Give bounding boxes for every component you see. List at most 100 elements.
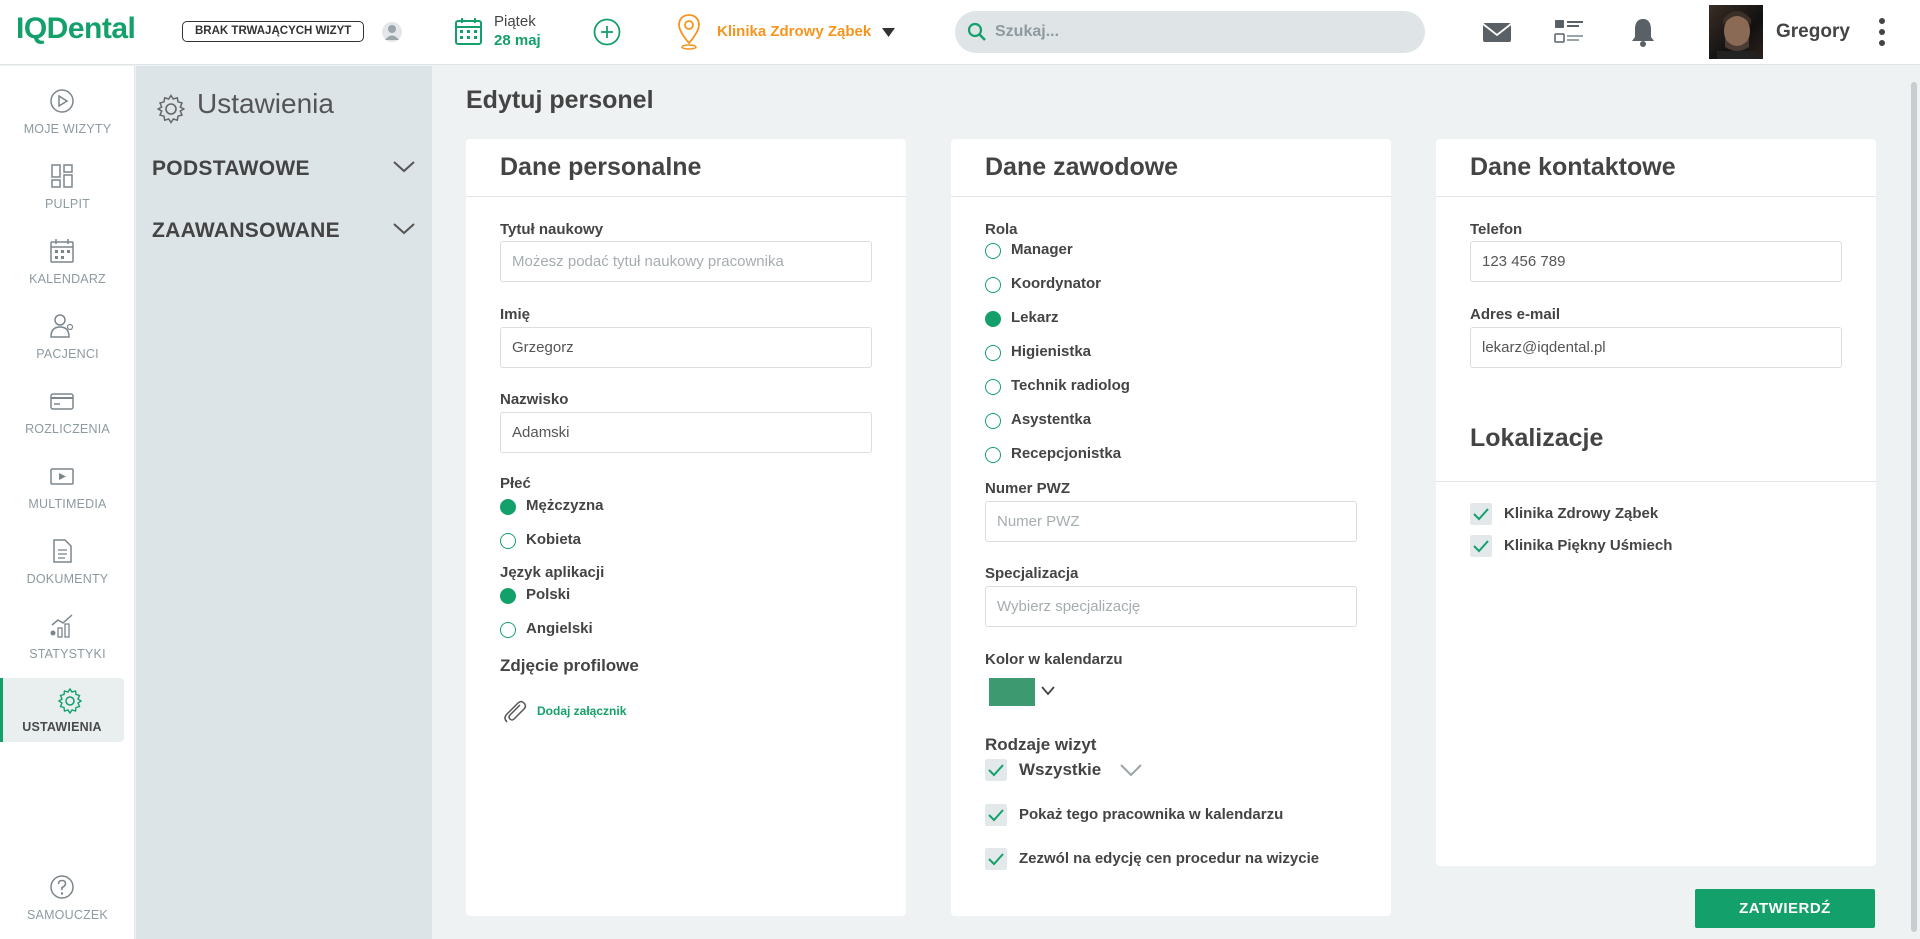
phone-input[interactable] [1470, 241, 1842, 282]
role-radio-doctor[interactable]: Lekarz [985, 308, 1059, 330]
checkbox-box [985, 759, 1007, 781]
nav-item-my-visits[interactable]: MOJE WIZYTY [0, 88, 124, 150]
location-checkbox-2[interactable]: Klinika Piękny Uśmiech [1470, 534, 1672, 560]
show-in-calendar-checkbox[interactable]: Pokaż tego pracownika w kalendarzu [985, 803, 1283, 829]
nav-item-tutorial[interactable]: SAMOUCZEK [0, 874, 124, 936]
location-pin-icon[interactable] [677, 13, 701, 51]
search-icon[interactable] [967, 22, 987, 42]
chevron-down-icon[interactable] [1041, 686, 1055, 696]
multimedia-icon [50, 468, 74, 485]
nav-item-dashboard[interactable]: PULPIT [0, 163, 124, 225]
check-icon [988, 809, 1004, 822]
contact-data-card: Dane kontaktowe Telefon Adres e-mail Lok… [1436, 139, 1876, 866]
play-circle-icon [50, 89, 74, 113]
role-radio-coordinator[interactable]: Koordynator [985, 274, 1101, 296]
role-radio-hygienist[interactable]: Higienistka [985, 342, 1091, 364]
add-attachment-link[interactable]: Dodaj załącznik [537, 704, 626, 718]
location-checkbox-1[interactable]: Klinika Zdrowy Ząbek [1470, 502, 1658, 528]
stats-icon [50, 614, 73, 638]
chevron-down-icon[interactable] [392, 222, 416, 236]
nav-item-multimedia[interactable]: MULTIMEDIA [0, 463, 124, 525]
card-title: Dane kontaktowe [1436, 139, 1876, 197]
nav-label: SAMOUCZEK [27, 908, 108, 922]
checkbox-label: Klinika Piękny Uśmiech [1504, 537, 1673, 554]
nav-item-documents[interactable]: DOKUMENTY [0, 538, 124, 600]
checkbox-box [985, 848, 1007, 870]
calendar-color-label: Kolor w kalendarzu [985, 651, 1123, 668]
checkbox-label: Klinika Zdrowy Ząbek [1504, 505, 1659, 522]
paperclip-icon[interactable] [500, 697, 528, 725]
email-input[interactable] [1470, 327, 1842, 368]
first-name-input[interactable] [500, 327, 872, 368]
calendar-icon [50, 239, 74, 263]
degree-input[interactable] [500, 241, 872, 282]
settings-section-advanced[interactable]: ZAAWANSOWANE [152, 219, 340, 243]
first-name-label: Imię [500, 306, 531, 323]
scrollbar[interactable] [1908, 66, 1920, 939]
top-bar: IQDental BRAK TRWAJĄCYCH WIZYT Piątek 28… [0, 0, 1920, 65]
role-radio-receptionist[interactable]: Recepcjonistka [985, 444, 1121, 466]
caret-down-icon[interactable] [882, 28, 895, 37]
scrollbar-thumb[interactable] [1911, 82, 1917, 932]
settings-section-basic[interactable]: PODSTAWOWE [152, 157, 310, 181]
email-label: Adres e-mail [1470, 306, 1561, 323]
patients-icon [50, 314, 74, 338]
card-icon [50, 393, 74, 410]
specialization-label: Specjalizacja [985, 565, 1079, 582]
nav-label: PULPIT [45, 197, 90, 211]
phone-label: Telefon [1470, 221, 1523, 238]
nav-item-patients[interactable]: PACJENCI [0, 313, 124, 375]
clinic-selector-label[interactable]: Klinika Zdrowy Ząbek [717, 23, 871, 40]
no-visit-badge[interactable]: BRAK TRWAJĄCYCH WIZYT [182, 21, 365, 42]
mail-icon[interactable] [1481, 16, 1513, 48]
nav-item-stats[interactable]: STATYSTYKI [0, 613, 124, 675]
nav-item-settings[interactable]: USTAWIENIA [0, 678, 124, 742]
bell-icon[interactable] [1627, 16, 1659, 48]
chevron-down-icon[interactable] [392, 160, 416, 174]
task-list-icon[interactable] [1553, 16, 1585, 48]
visit-types-all-checkbox[interactable]: Wszystkie [985, 758, 1101, 784]
check-icon [1473, 508, 1489, 521]
search-bar [955, 11, 1425, 53]
submit-button[interactable]: ZATWIERDŹ [1695, 889, 1875, 928]
nav-item-billing[interactable]: ROZLICZENIA [0, 388, 124, 450]
app-logo[interactable]: IQDental [16, 12, 136, 46]
lang-radio-polish[interactable]: Polski [500, 585, 570, 607]
date-date[interactable]: 28 maj [494, 32, 541, 49]
lang-radio-english[interactable]: Angielski [500, 619, 593, 641]
user-name[interactable]: Gregory [1776, 21, 1850, 43]
nav-label: KALENDARZ [29, 272, 106, 286]
role-label: Rola [985, 221, 1018, 238]
search-input[interactable] [995, 11, 1405, 53]
settings-title: Ustawienia [197, 88, 334, 119]
nav-label: ROZLICZENIA [25, 422, 110, 436]
app-language-label: Język aplikacji [500, 564, 605, 581]
role-radio-manager[interactable]: Manager [985, 240, 1073, 262]
user-status-icon[interactable] [381, 20, 403, 44]
last-name-input[interactable] [500, 412, 872, 453]
gender-radio-male[interactable]: Mężczyzna [500, 496, 604, 518]
add-icon[interactable] [593, 18, 621, 46]
checkbox-label: Zezwól na edycję cen procedur na wizycie [1019, 850, 1320, 867]
gender-radio-female[interactable]: Kobieta [500, 530, 581, 552]
nav-item-calendar[interactable]: KALENDARZ [0, 238, 124, 300]
pwz-input[interactable] [985, 501, 1357, 542]
document-icon [53, 539, 72, 563]
avatar[interactable] [1709, 5, 1763, 59]
last-name-label: Nazwisko [500, 391, 569, 408]
more-vertical-icon[interactable] [1875, 16, 1889, 48]
role-radio-assistant[interactable]: Asystentka [985, 410, 1091, 432]
visit-types-label: Rodzaje wizyt [985, 735, 1097, 754]
personal-data-card: Dane personalne Tytuł naukowy Imię Nazwi… [466, 139, 906, 916]
calendar-icon[interactable] [454, 17, 483, 46]
nav-label: MULTIMEDIA [28, 497, 107, 511]
allow-price-edit-checkbox[interactable]: Zezwól na edycję cen procedur na wizycie [985, 847, 1319, 873]
role-radio-radiologist[interactable]: Technik radiolog [985, 376, 1130, 398]
chevron-down-icon[interactable] [1119, 763, 1143, 777]
check-icon [1473, 540, 1489, 553]
checkbox-box [985, 804, 1007, 826]
specialization-select[interactable] [985, 586, 1357, 627]
color-picker-swatch[interactable] [989, 678, 1035, 706]
checkbox-label: Pokaż tego pracownika w kalendarzu [1019, 806, 1284, 823]
nav-label: PACJENCI [36, 347, 99, 361]
